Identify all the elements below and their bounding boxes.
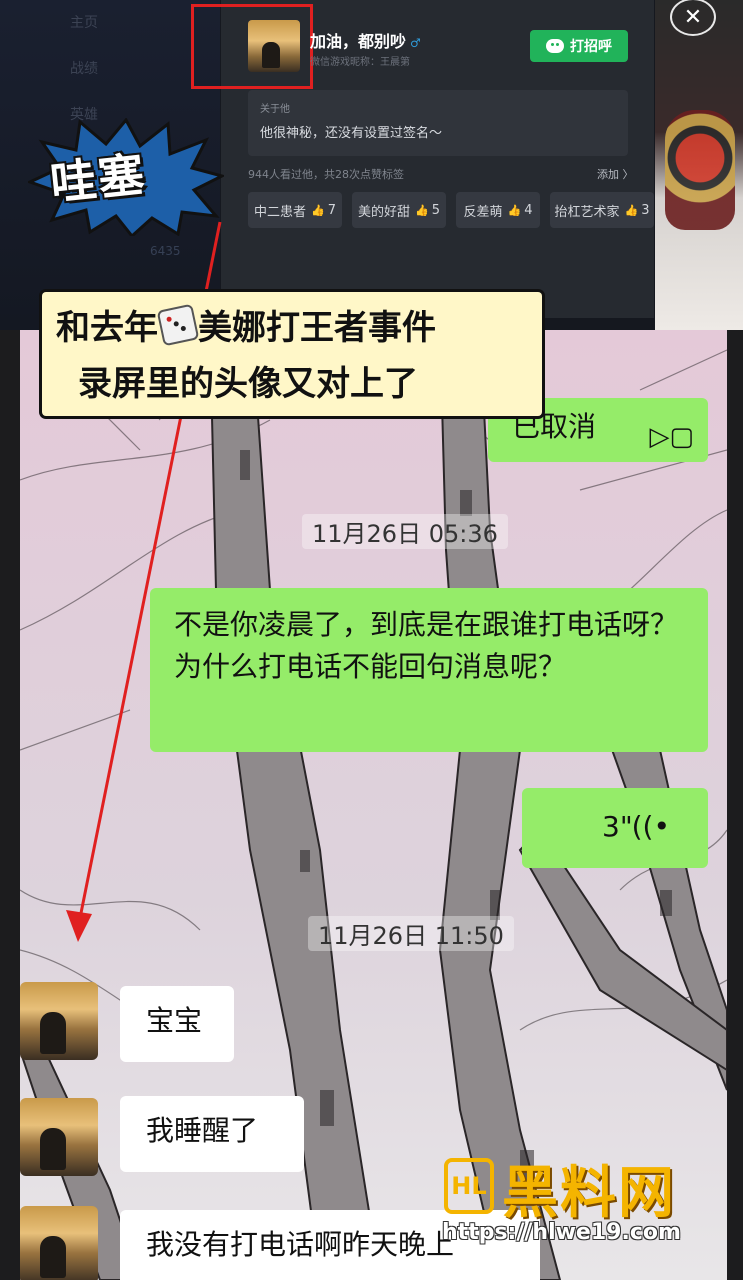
avatar[interactable]: [20, 982, 98, 1060]
dice-icon: [156, 303, 200, 347]
caption-line-1-part-a: 和去年: [56, 308, 158, 348]
wechat-icon: [546, 39, 564, 53]
tag-label: 美的好甜: [358, 204, 411, 220]
tag-label: 中二患者: [254, 204, 307, 220]
timestamp: 11月26日 05:36: [302, 514, 508, 549]
avatar[interactable]: [20, 1098, 98, 1176]
watermark: HL 黑料网 https://hlwe19.com: [440, 1150, 730, 1260]
side-menu-item[interactable]: 主页: [70, 12, 98, 32]
thumb-icon: 👍: [624, 203, 639, 217]
thumb-icon: 👍: [507, 203, 522, 217]
watermark-url: https://hlwe19.com: [442, 1220, 681, 1245]
thumb-icon: 👍: [311, 203, 325, 217]
watermark-logo: HL: [444, 1158, 494, 1214]
thumb-icon: 👍: [415, 203, 429, 217]
tag-label: 抬杠艺术家: [554, 204, 620, 220]
side-menu-item[interactable]: 战绩: [70, 58, 98, 78]
greet-button-label: 打招呼: [570, 39, 612, 55]
caption-banner: 和去年 美娜打王者事件 录屏里的头像又对上了: [42, 292, 542, 422]
opera-mask-image: [665, 110, 735, 230]
tag-count: 4: [524, 202, 533, 218]
greet-button[interactable]: 打招呼: [530, 30, 628, 62]
caption-line-1: 和去年 美娜打王者事件: [56, 300, 436, 349]
tag-chip[interactable]: 中二患者 👍 7: [248, 192, 342, 228]
voice-wave-icon: ((•: [631, 810, 670, 843]
visits-text: 944人看过他，共28次点赞标签: [248, 168, 404, 181]
about-panel: 关于他 他很神秘，还没有设置过签名～: [248, 90, 628, 156]
message-bubble-received[interactable]: 宝宝: [120, 986, 234, 1062]
avatar[interactable]: [20, 1206, 98, 1280]
side-menu-number: 6435: [150, 244, 181, 258]
about-title: 关于他: [260, 104, 290, 115]
username: 加油，都别吵 ♂: [310, 28, 421, 52]
timestamp: 11月26日 11:50: [308, 916, 514, 951]
message-bubble-sent[interactable]: 不是你凌晨了，到底是在跟谁打电话呀？为什么打电话不能回句消息呢？: [150, 588, 708, 752]
message-bubble-received[interactable]: 我睡醒了: [120, 1096, 304, 1172]
nickname-line: 微信游戏昵称：王晨第: [310, 57, 410, 68]
about-text: 他很神秘，还没有设置过签名～: [260, 126, 443, 141]
tag-chip[interactable]: 美的好甜 👍 5: [352, 192, 446, 228]
tag-chip[interactable]: 抬杠艺术家 👍 3: [550, 192, 654, 228]
caption-line-1-part-b: 美娜打王者事件: [198, 308, 436, 348]
tag-label: 反差萌: [463, 204, 503, 220]
male-icon: ♂: [410, 36, 421, 50]
add-tag-link[interactable]: 添加 〉: [597, 166, 634, 182]
chat-screenshot: 已取消 ▷▢ 11月26日 05:36 不是你凌晨了，到底是在跟谁打电话呀？为什…: [20, 330, 727, 1280]
username-text: 加油，都别吵: [310, 32, 407, 51]
tag-count: 7: [327, 202, 336, 218]
voice-message-bubble[interactable]: 3" ((•: [522, 788, 708, 868]
watermark-name: 黑料网: [502, 1161, 676, 1226]
phone-icon: ▷▢: [649, 422, 694, 452]
highlight-box: [191, 4, 313, 89]
tag-chip[interactable]: 反差萌 👍 4: [456, 192, 540, 228]
tag-count: 3: [641, 202, 650, 218]
tag-count: 5: [431, 202, 440, 218]
voice-duration: 3": [602, 810, 633, 843]
caption-line-2: 录屏里的头像又对上了: [78, 364, 418, 404]
